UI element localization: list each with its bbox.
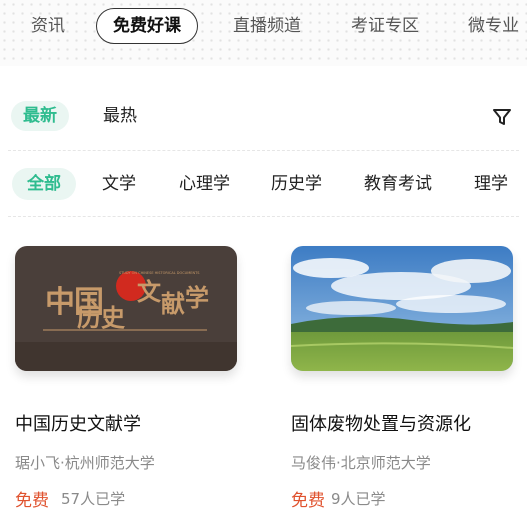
course-price: 免费 [291,491,325,511]
course-learner-count: 57人已学 [61,490,126,508]
course-card[interactable]: STUDY ON CHINESE HISTORICAL DOCUMENTS 中国… [15,246,245,528]
category-history[interactable]: 历史学 [271,168,322,200]
category-literature[interactable]: 文学 [102,168,136,200]
svg-text:STUDY ON CHINESE HISTORICAL DO: STUDY ON CHINESE HISTORICAL DOCUMENTS [119,271,200,275]
category-education-exam[interactable]: 教育考试 [364,168,432,200]
svg-text:历史: 历史 [77,303,126,332]
tab-micro-major[interactable]: 微专业 [468,10,519,42]
sort-newest[interactable]: 最新 [11,101,69,131]
tab-certificates[interactable]: 考证专区 [351,10,419,42]
divider [8,216,519,217]
tab-live-channel[interactable]: 直播频道 [233,10,301,42]
top-tab-bar: 资讯 免费好课 直播频道 考证专区 微专业 [0,0,527,50]
sort-hottest[interactable]: 最热 [103,101,137,131]
course-price: 免费 [15,491,49,511]
course-cover: STUDY ON CHINESE HISTORICAL DOCUMENTS 中国… [15,246,237,371]
category-all[interactable]: 全部 [12,168,76,200]
course-card[interactable]: 固体废物处置与资源化 马俊伟·北京师范大学 免费 9人已学 [291,246,521,528]
course-title: 中国历史文献学 [15,414,141,435]
svg-text:文: 文 [137,277,162,306]
divider [8,150,519,151]
course-title: 固体废物处置与资源化 [291,414,471,435]
svg-text:学: 学 [185,283,209,312]
tab-free-courses[interactable]: 免费好课 [96,8,198,44]
course-cover [291,246,513,371]
tab-news[interactable]: 资讯 [31,10,65,42]
course-teacher: 琚小飞·杭州师范大学 [15,454,155,472]
category-psychology[interactable]: 心理学 [179,168,230,200]
category-science[interactable]: 理学 [474,168,508,200]
svg-text:献: 献 [161,289,185,318]
course-teacher: 马俊伟·北京师范大学 [291,454,431,472]
filter-icon[interactable] [491,106,513,128]
course-learner-count: 9人已学 [331,490,386,508]
